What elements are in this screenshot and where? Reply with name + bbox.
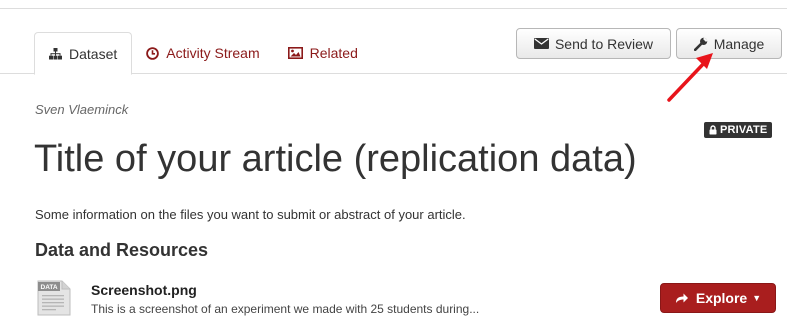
caret-down-icon: ▼: [752, 293, 762, 303]
tab-dataset-label: Dataset: [69, 45, 118, 62]
dataset-author: Sven Vlaeminck: [35, 102, 129, 117]
share-arrow-icon: [675, 292, 689, 304]
send-to-review-button[interactable]: Send to Review: [516, 28, 671, 59]
top-divider: [0, 8, 787, 9]
explore-label: Explore: [695, 290, 748, 306]
tab-activity-stream-label: Activity Stream: [166, 45, 260, 61]
tab-related-label: Related: [309, 45, 358, 61]
resources-heading: Data and Resources: [35, 240, 209, 260]
tab-activity-stream[interactable]: Activity Stream: [132, 32, 273, 74]
dataset-description: Some information on the files you want t…: [35, 207, 466, 222]
manage-label: Manage: [713, 35, 765, 52]
svg-text:DATA: DATA: [41, 284, 58, 291]
send-to-review-label: Send to Review: [554, 35, 654, 52]
resource-name-link[interactable]: Screenshot.png: [91, 282, 197, 298]
explore-dropdown-button[interactable]: Explore ▼: [660, 283, 776, 313]
arrow-annotation-icon: [667, 53, 713, 102]
tab-related[interactable]: Related: [274, 32, 372, 74]
data-format-icon: DATA: [36, 280, 72, 316]
sitemap-icon: [49, 47, 62, 60]
wrench-icon: [693, 36, 708, 51]
envelope-icon: [533, 38, 549, 49]
tab-dataset[interactable]: Dataset: [34, 32, 133, 75]
dataset-title: Title of your article (replication data): [34, 138, 637, 180]
dataset-tabs: Dataset Activity Stream Related: [34, 32, 372, 75]
lock-icon: [709, 125, 717, 135]
private-badge-label: PRIVATE: [720, 124, 768, 136]
clock-icon: [146, 46, 160, 60]
resource-description: This is a screenshot of an experiment we…: [91, 302, 480, 316]
private-badge: PRIVATE: [704, 122, 773, 138]
picture-icon: [287, 47, 303, 59]
